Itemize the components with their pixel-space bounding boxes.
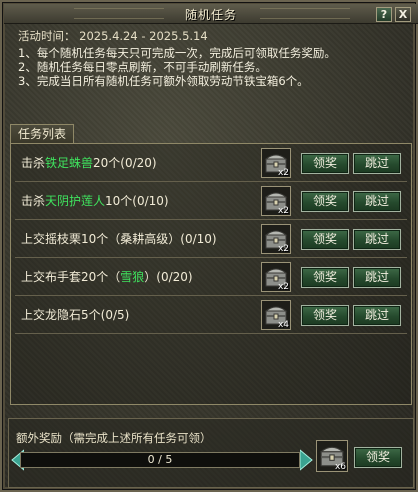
activity-date: 活动时间： 2025.4.24 - 2025.5.14 — [18, 29, 208, 43]
treasure-chest-icon[interactable]: x2 — [261, 186, 291, 216]
treasure-chest-icon[interactable]: x6 — [316, 440, 348, 472]
task-list: 击杀铁足蛛兽20个(0/20) x2 领奖 跳过 击杀天阴护莲人10个(0/10… — [10, 143, 412, 405]
claim-reward-button[interactable]: 领奖 — [301, 229, 349, 250]
progress-text: 0 / 5 — [147, 453, 173, 466]
claim-reward-button[interactable]: 领奖 — [301, 153, 349, 174]
task-row: 击杀天阴护莲人10个(0/10) x2 领奖 跳过 — [11, 182, 411, 220]
task-row: 上交布手套20个（雪狼）(0/20) x2 领奖 跳过 — [11, 258, 411, 296]
skip-task-button[interactable]: 跳过 — [353, 305, 401, 326]
task-row: 上交摇枝栗10个（桑耕高级）(0/10) x2 领奖 跳过 — [11, 220, 411, 258]
skip-task-button[interactable]: 跳过 — [353, 229, 401, 250]
task-description: 上交龙隐石5个(0/5) — [21, 308, 130, 322]
rule-1: 1、每个随机任务每天只可完成一次，完成后可领取任务奖励。 — [18, 46, 336, 60]
close-button[interactable]: X — [395, 7, 411, 22]
claim-reward-button[interactable]: 领奖 — [301, 305, 349, 326]
task-description: 击杀铁足蛛兽20个(0/20) — [21, 156, 157, 170]
progress-cap-right-ornament — [300, 449, 313, 471]
rule-2: 2、随机任务每日零点刷新，不可手动刷新任务。 — [18, 60, 267, 74]
task-description: 上交摇枝栗10个（桑耕高级）(0/10) — [21, 232, 217, 246]
skip-task-button[interactable]: 跳过 — [353, 267, 401, 288]
reward-quantity: x4 — [277, 320, 289, 330]
claim-reward-button[interactable]: 领奖 — [301, 191, 349, 212]
random-task-window: 随机任务 ? X 活动时间： 2025.4.24 - 2025.5.14 1、每… — [0, 0, 418, 492]
skip-task-button[interactable]: 跳过 — [353, 191, 401, 212]
treasure-chest-icon[interactable]: x2 — [261, 262, 291, 292]
task-description: 击杀天阴护莲人10个(0/10) — [21, 194, 169, 208]
window-title: 随机任务 — [184, 8, 237, 22]
reward-quantity: x2 — [277, 206, 289, 216]
bonus-label: 额外奖励（需完成上述所有任务可领） — [16, 431, 212, 445]
help-button[interactable]: ? — [376, 7, 392, 22]
claim-reward-button[interactable]: 领奖 — [301, 267, 349, 288]
row-divider — [15, 333, 407, 334]
title-bar[interactable]: 随机任务 ? X — [4, 4, 418, 24]
bonus-progress-bar: 0 / 5 — [20, 452, 300, 468]
task-row: 击杀铁足蛛兽20个(0/20) x2 领奖 跳过 — [11, 144, 411, 182]
task-description: 上交布手套20个（雪狼）(0/20) — [21, 270, 193, 284]
reward-quantity: x2 — [277, 168, 289, 178]
treasure-chest-icon[interactable]: x2 — [261, 148, 291, 178]
treasure-chest-icon[interactable]: x2 — [261, 224, 291, 254]
reward-quantity: x2 — [277, 282, 289, 292]
task-row: 上交龙隐石5个(0/5) x4 领奖 跳过 — [11, 296, 411, 334]
activity-info: 活动时间： 2025.4.24 - 2025.5.14 1、每个随机任务每天只可… — [18, 29, 408, 88]
treasure-chest-icon[interactable]: x4 — [261, 300, 291, 330]
tab-task-list[interactable]: 任务列表 — [10, 124, 74, 144]
reward-quantity: x2 — [277, 244, 289, 254]
reward-quantity: x6 — [334, 462, 346, 472]
claim-bonus-button[interactable]: 领奖 — [354, 447, 402, 468]
skip-task-button[interactable]: 跳过 — [353, 153, 401, 174]
rule-3: 3、完成当日所有随机任务可额外领取劳动节铁宝箱6个。 — [18, 74, 309, 88]
